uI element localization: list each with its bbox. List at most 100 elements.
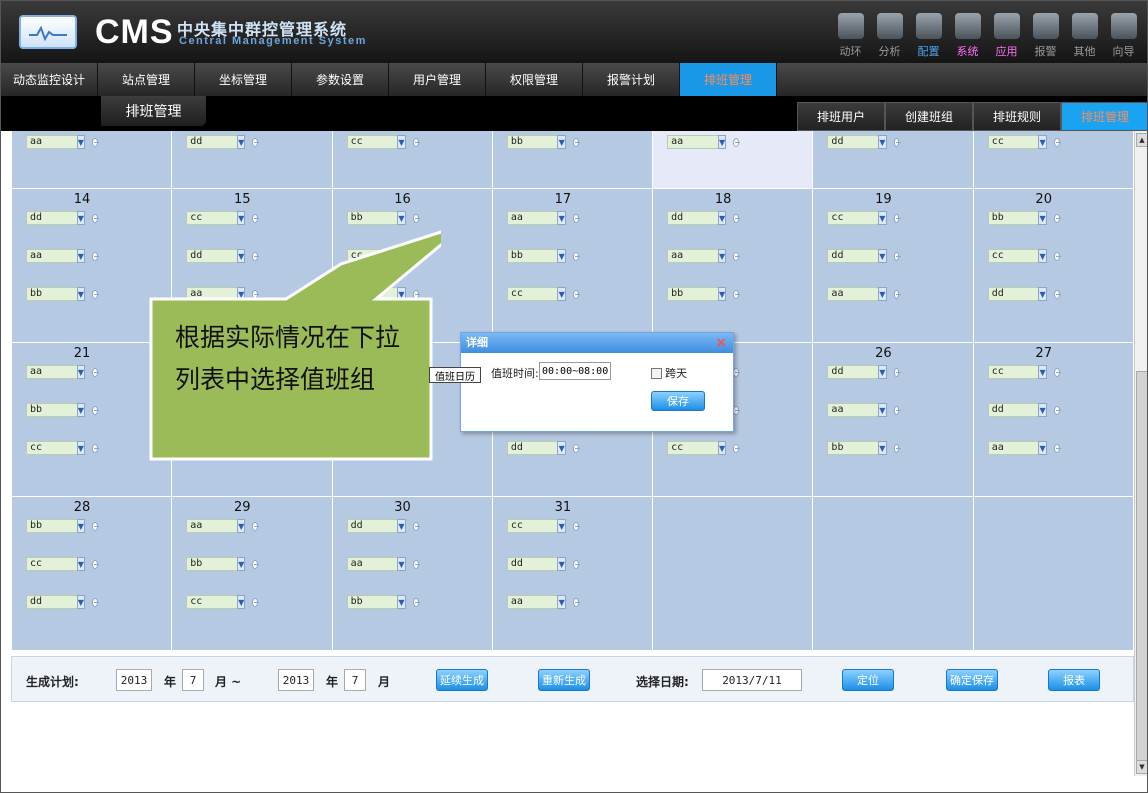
chevron-down-icon[interactable]: ▼ [76, 557, 86, 571]
duty-group-select[interactable]: cc▼ [493, 287, 580, 301]
duty-group-select[interactable]: cc▼ [974, 135, 1061, 149]
detail-icon[interactable] [92, 405, 99, 415]
chevron-down-icon[interactable]: ▼ [557, 595, 567, 609]
detail-icon[interactable] [573, 213, 580, 223]
duty-group-select[interactable]: cc▼ [12, 441, 99, 455]
duty-group-value[interactable]: cc [186, 595, 238, 609]
detail-icon[interactable] [1053, 367, 1061, 377]
chevron-down-icon[interactable]: ▼ [878, 403, 887, 417]
chevron-down-icon[interactable]: ▼ [717, 211, 727, 225]
duty-group-select[interactable]: cc▼ [12, 557, 99, 571]
duty-group-value[interactable]: dd [506, 441, 559, 455]
duty-group-select[interactable]: cc▼ [172, 595, 260, 609]
duty-group-select[interactable]: bb▼ [493, 249, 580, 263]
duty-group-value[interactable]: cc [667, 441, 719, 455]
scroll-thumb[interactable] [1136, 371, 1147, 771]
toolbar-guide[interactable]: 向导 [1104, 11, 1143, 59]
report-button[interactable]: 报表 [1048, 669, 1100, 691]
nav-item[interactable]: 站点管理 [98, 63, 195, 96]
nav-item[interactable]: 排班管理 [680, 63, 777, 96]
duty-group-select[interactable]: dd▼ [333, 519, 420, 533]
detail-icon[interactable] [92, 251, 99, 261]
detail-icon[interactable] [252, 137, 260, 147]
chevron-down-icon[interactable]: ▼ [1038, 441, 1047, 455]
duty-group-select[interactable]: bb▼ [493, 135, 580, 149]
duty-group-value[interactable]: bb [26, 519, 78, 533]
detail-icon[interactable] [573, 137, 580, 147]
duty-group-select[interactable]: aa▼ [974, 441, 1061, 455]
detail-icon[interactable] [573, 559, 580, 569]
chevron-down-icon[interactable]: ▼ [878, 287, 887, 301]
duty-group-select[interactable]: aa▼ [333, 557, 420, 571]
chevron-down-icon[interactable]: ▼ [878, 441, 887, 455]
chevron-down-icon[interactable]: ▼ [1038, 211, 1047, 225]
duty-group-value[interactable]: cc [506, 287, 559, 301]
confirm-save-button[interactable]: 确定保存 [946, 669, 998, 691]
duty-group-value[interactable]: dd [827, 249, 880, 263]
scroll-up-icon[interactable]: ▲ [1136, 133, 1147, 147]
chevron-down-icon[interactable]: ▼ [76, 249, 86, 263]
duty-group-select[interactable]: dd▼ [653, 211, 741, 225]
detail-icon[interactable] [92, 443, 99, 453]
detail-icon[interactable] [1053, 289, 1061, 299]
chevron-down-icon[interactable]: ▼ [557, 211, 567, 225]
date-input[interactable]: 2013/7/11 [702, 669, 802, 691]
toolbar-other[interactable]: 其他 [1065, 11, 1104, 59]
duty-group-select[interactable]: dd▼ [12, 595, 99, 609]
detail-icon[interactable] [252, 521, 260, 531]
duty-group-select[interactable]: bb▼ [12, 519, 99, 533]
detail-icon[interactable] [893, 213, 901, 223]
detail-icon[interactable] [412, 137, 420, 147]
detail-icon[interactable] [733, 443, 741, 453]
nav-item[interactable]: 坐标管理 [195, 63, 292, 96]
chevron-down-icon[interactable]: ▼ [236, 135, 246, 149]
continue-generate-button[interactable]: 延续生成 [436, 669, 488, 691]
duty-group-value[interactable]: cc [987, 249, 1040, 263]
duty-group-value[interactable]: dd [506, 557, 559, 571]
duty-group-value[interactable]: aa [827, 403, 880, 417]
detail-icon[interactable] [573, 289, 580, 299]
duty-group-value[interactable]: dd [827, 135, 880, 149]
detail-icon[interactable] [573, 443, 580, 453]
end-month-input[interactable]: 7 [344, 669, 366, 691]
duty-group-select[interactable]: bb▼ [653, 287, 741, 301]
duty-group-value[interactable]: cc [987, 365, 1040, 379]
duty-group-value[interactable]: cc [506, 519, 559, 533]
detail-icon[interactable] [92, 597, 99, 607]
duty-group-value[interactable]: aa [506, 595, 559, 609]
chevron-down-icon[interactable]: ▼ [236, 595, 246, 609]
detail-icon[interactable] [893, 251, 901, 261]
duty-group-value[interactable]: bb [506, 135, 559, 149]
detail-icon[interactable] [573, 521, 580, 531]
vertical-scrollbar[interactable]: ▲ ▼ [1134, 131, 1147, 776]
duty-group-select[interactable]: cc▼ [653, 441, 741, 455]
duty-group-select[interactable]: bb▼ [974, 211, 1061, 225]
cross-day-checkbox[interactable]: 跨天 [651, 365, 687, 381]
chevron-down-icon[interactable]: ▼ [76, 211, 86, 225]
duty-group-value[interactable]: cc [26, 557, 78, 571]
toolbar-system[interactable]: 系统 [948, 11, 987, 59]
detail-icon[interactable] [412, 521, 420, 531]
duty-group-value[interactable]: dd [667, 211, 719, 225]
detail-icon[interactable] [92, 367, 99, 377]
detail-icon[interactable] [92, 137, 99, 147]
chevron-down-icon[interactable]: ▼ [397, 519, 406, 533]
chevron-down-icon[interactable]: ▼ [76, 519, 86, 533]
duty-group-select[interactable]: aa▼ [653, 249, 741, 263]
sub-tab[interactable]: 创建班组 [885, 102, 973, 131]
duty-group-value[interactable]: cc [26, 441, 78, 455]
chevron-down-icon[interactable]: ▼ [76, 441, 86, 455]
duty-group-select[interactable]: cc▼ [974, 365, 1061, 379]
close-icon[interactable]: × [715, 333, 727, 353]
duty-group-select[interactable]: cc▼ [813, 211, 901, 225]
regenerate-button[interactable]: 重新生成 [538, 669, 590, 691]
duty-group-select[interactable]: aa▼ [12, 365, 99, 379]
detail-icon[interactable] [733, 405, 741, 415]
duty-group-value[interactable]: aa [26, 135, 78, 149]
toolbar-app[interactable]: 应用 [987, 11, 1026, 59]
chevron-down-icon[interactable]: ▼ [557, 287, 567, 301]
duty-time-input[interactable]: 00:00~08:00 [539, 362, 611, 380]
detail-icon[interactable] [92, 289, 99, 299]
duty-group-value[interactable]: aa [667, 135, 719, 149]
duty-group-value[interactable]: bb [506, 249, 559, 263]
